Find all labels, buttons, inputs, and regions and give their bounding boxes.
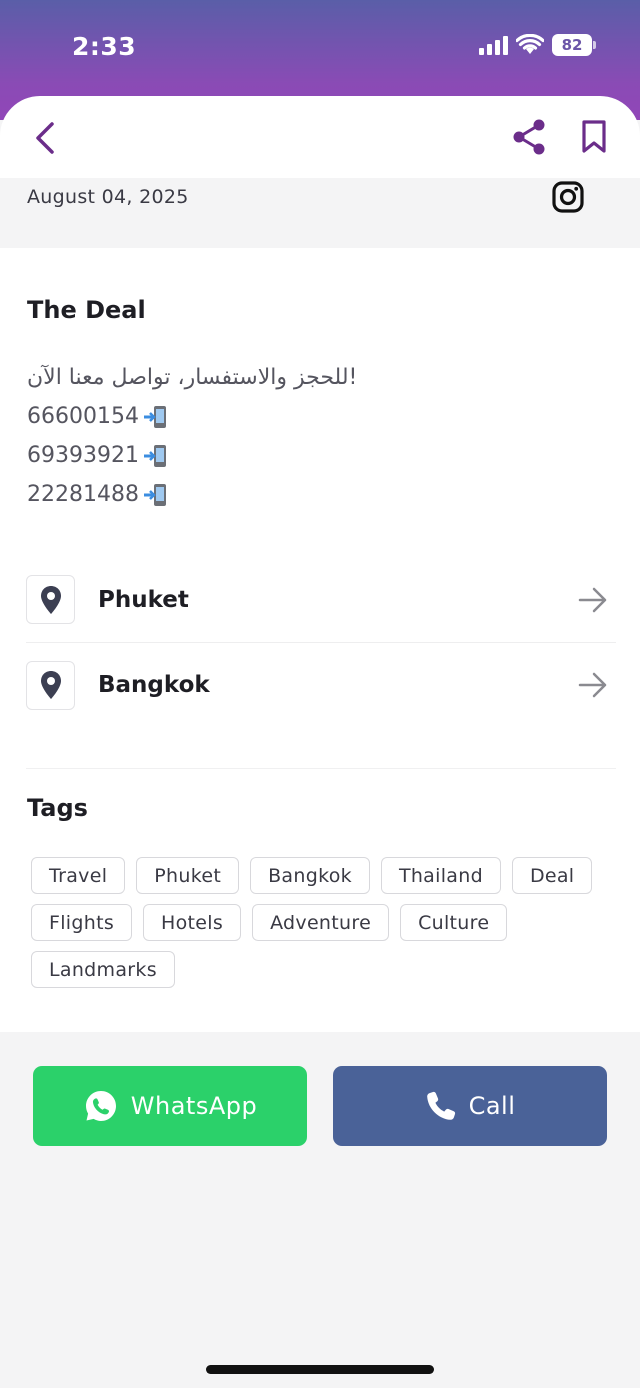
phone-number: 69393921: [27, 443, 139, 468]
meta-strip: August 04, 2025: [0, 178, 640, 248]
call-button[interactable]: Call: [333, 1066, 607, 1146]
home-indicator: [206, 1365, 434, 1374]
battery-icon: 82: [552, 34, 596, 56]
cellular-signal-icon: [479, 35, 508, 55]
tag-chip[interactable]: Travel: [31, 857, 126, 894]
phone-line: 66600154: [27, 397, 357, 436]
location-row-bangkok[interactable]: Bangkok: [26, 642, 616, 728]
tag-chip[interactable]: Flights: [31, 904, 133, 941]
tag-row: Travel Phuket Bangkok Thailand Deal: [31, 857, 611, 894]
phone-line: 22281488: [27, 475, 357, 514]
tag-row: Flights Hotels Adventure Culture: [31, 904, 611, 941]
tag-row: Landmarks: [31, 951, 611, 988]
phone-arrow-icon: [143, 405, 166, 428]
top-navigation: [0, 96, 640, 178]
whatsapp-button[interactable]: WhatsApp: [33, 1066, 307, 1146]
tag-chip[interactable]: Landmarks: [31, 951, 175, 988]
status-icons: 82: [479, 34, 596, 56]
back-icon[interactable]: [30, 118, 58, 158]
location-name: Bangkok: [98, 672, 210, 698]
tags-title: Tags: [27, 794, 88, 822]
post-date: August 04, 2025: [27, 186, 189, 208]
whatsapp-label: WhatsApp: [130, 1092, 258, 1120]
phone-arrow-icon: [143, 483, 166, 506]
tag-list: Travel Phuket Bangkok Thailand Deal Flig…: [31, 857, 611, 998]
instagram-icon[interactable]: [551, 180, 585, 214]
tag-chip[interactable]: Phuket: [136, 857, 240, 894]
bookmark-icon[interactable]: [578, 118, 610, 156]
location-row-phuket[interactable]: Phuket: [26, 557, 616, 643]
call-label: Call: [468, 1092, 516, 1120]
location-name: Phuket: [98, 586, 189, 613]
tag-chip[interactable]: Bangkok: [250, 857, 370, 894]
tag-chip[interactable]: Culture: [400, 904, 508, 941]
location-pin-box: [26, 575, 75, 624]
battery-level: 82: [561, 36, 583, 54]
tag-chip[interactable]: Hotels: [143, 904, 242, 941]
map-pin-icon: [40, 585, 61, 614]
tag-chip[interactable]: Deal: [511, 857, 593, 894]
phone-number: 22281488: [27, 482, 139, 507]
status-time: 2:33: [72, 32, 137, 61]
tag-chip[interactable]: Thailand: [380, 857, 501, 894]
section-divider: [26, 768, 616, 769]
location-pin-box: [26, 660, 75, 710]
share-icon[interactable]: [510, 118, 548, 156]
phone-arrow-icon: [143, 444, 166, 467]
arrow-right-icon: [578, 672, 607, 698]
phone-icon: [426, 1091, 455, 1120]
map-pin-icon: [40, 671, 61, 699]
wifi-icon: [516, 34, 544, 54]
deal-intro: !للحجز والاستفسار، تواصل معنا الآن: [27, 365, 358, 390]
whatsapp-icon: [85, 1091, 116, 1121]
phone-number: 66600154: [27, 404, 139, 429]
arrow-right-icon: [578, 587, 607, 612]
main-content: The Deal !للحجز والاستفسار، تواصل معنا ا…: [0, 248, 640, 1032]
deal-description: !للحجز والاستفسار، تواصل معنا الآن 66600…: [27, 358, 357, 514]
tag-chip[interactable]: Adventure: [252, 904, 390, 941]
phone-line: 69393921: [27, 436, 357, 475]
deal-title: The Deal: [27, 296, 146, 324]
